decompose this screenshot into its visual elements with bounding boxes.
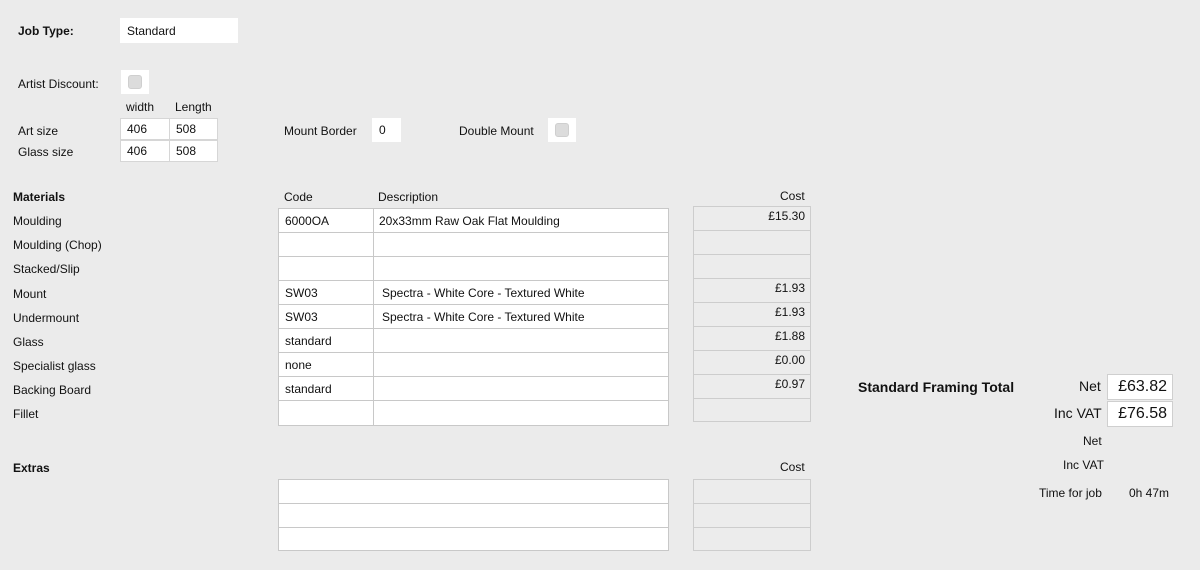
cost-cell: £1.93 [694, 303, 810, 327]
width-header: width [126, 100, 155, 114]
net-label: Net [1079, 378, 1101, 394]
material-label-glass: Glass [13, 335, 44, 349]
code-cell[interactable]: SW03 [285, 305, 318, 328]
time-for-job-value: 0h 47m [1129, 486, 1170, 500]
code-cell[interactable]: standard [285, 377, 332, 400]
materials-table: 6000OA 20x33mm Raw Oak Flat Moulding SW0… [278, 208, 669, 426]
extras-cost-column [693, 479, 811, 551]
net-total-field: £63.82 [1107, 374, 1173, 400]
material-label-moulding: Moulding [13, 214, 62, 228]
cost-cell: £15.30 [694, 207, 810, 231]
double-mount-label: Double Mount [459, 124, 534, 138]
materials-cost-column: £15.30 £1.93 £1.93 £1.88 £0.00 £0.97 [693, 206, 811, 422]
material-label-stacked-slip: Stacked/Slip [13, 262, 80, 276]
checkbox-box [128, 75, 142, 89]
description-cell[interactable]: Spectra - White Core - Textured White [382, 281, 585, 304]
cost-cell: £0.97 [694, 375, 810, 399]
inc-vat-label: Inc VAT [1054, 405, 1102, 421]
code-cell[interactable]: 6000OA [285, 209, 329, 232]
cost-cell: £0.00 [694, 351, 810, 375]
extras-cost-header: Cost [780, 460, 805, 474]
art-length-input[interactable]: 508 [169, 118, 218, 140]
material-label-fillet: Fillet [13, 407, 39, 421]
table-row[interactable] [279, 480, 668, 504]
material-label-backing-board: Backing Board [13, 383, 92, 397]
framing-total-heading: Standard Framing Total [858, 379, 1015, 395]
checkbox-box [555, 123, 569, 137]
materials-heading: Materials [13, 190, 66, 204]
table-row[interactable] [279, 233, 668, 257]
material-label-mount: Mount [13, 287, 47, 301]
description-header: Description [378, 190, 439, 204]
code-cell[interactable]: standard [285, 329, 332, 352]
material-label-undermount: Undermount [13, 311, 80, 325]
code-header: Code [284, 190, 313, 204]
mount-border-label: Mount Border [284, 124, 357, 138]
table-row[interactable]: standard [279, 377, 668, 401]
inc-vat-total-field: £76.58 [1107, 401, 1173, 427]
table-row[interactable]: SW03 Spectra - White Core - Textured Whi… [279, 305, 668, 329]
glass-length-input[interactable]: 508 [169, 140, 218, 162]
artist-discount-checkbox[interactable] [121, 70, 149, 94]
time-for-job-label: Time for job [1039, 486, 1102, 500]
art-width-input[interactable]: 406 [120, 118, 170, 140]
length-header: Length [175, 100, 212, 114]
job-type-field[interactable]: Standard [120, 18, 238, 43]
double-mount-checkbox[interactable] [548, 118, 576, 142]
cost-header: Cost [780, 189, 805, 203]
mount-border-input[interactable]: 0 [372, 118, 401, 142]
glass-width-input[interactable]: 406 [120, 140, 170, 162]
cost-cell: £1.88 [694, 327, 810, 351]
description-cell[interactable]: 20x33mm Raw Oak Flat Moulding [379, 209, 560, 232]
artist-discount-label: Artist Discount: [18, 77, 99, 91]
job-type-label: Job Type: [18, 24, 74, 38]
table-row[interactable] [279, 528, 668, 552]
table-row[interactable] [279, 504, 668, 528]
table-row[interactable]: none [279, 353, 668, 377]
cost-cell [694, 504, 810, 528]
code-cell[interactable]: SW03 [285, 281, 318, 304]
code-cell[interactable]: none [285, 353, 312, 376]
extras-heading: Extras [13, 461, 50, 475]
table-row[interactable] [279, 401, 668, 425]
cost-cell: £1.93 [694, 279, 810, 303]
material-label-moulding-chop: Moulding (Chop) [13, 238, 102, 252]
cost-cell [694, 255, 810, 279]
extras-table [278, 479, 669, 551]
glass-size-label: Glass size [18, 145, 74, 159]
net-label-secondary: Net [1083, 434, 1102, 448]
table-row[interactable]: 6000OA 20x33mm Raw Oak Flat Moulding [279, 209, 668, 233]
art-size-label: Art size [18, 124, 59, 138]
table-row[interactable]: standard [279, 329, 668, 353]
description-cell[interactable]: Spectra - White Core - Textured White [382, 305, 585, 328]
material-label-specialist-glass: Specialist glass [13, 359, 96, 373]
cost-cell [694, 480, 810, 504]
cost-cell [694, 399, 810, 423]
cost-cell [694, 528, 810, 552]
table-row[interactable]: SW03 Spectra - White Core - Textured Whi… [279, 281, 668, 305]
cost-cell [694, 231, 810, 255]
inc-vat-label-secondary: Inc VAT [1063, 458, 1104, 472]
table-row[interactable] [279, 257, 668, 281]
